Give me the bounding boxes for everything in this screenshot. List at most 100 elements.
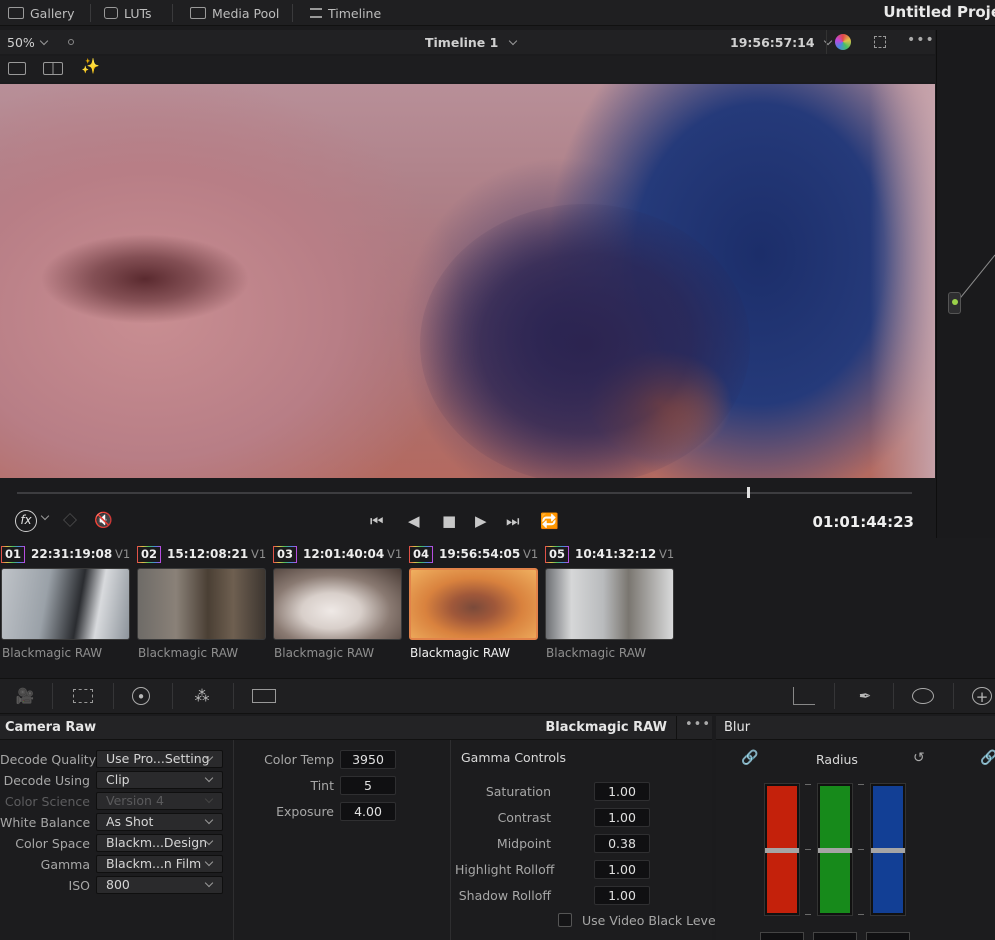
clip-header: 05 10:41:32:12 V1 [545,545,681,563]
magic-wand-icon[interactable]: ✨ [81,57,100,75]
more-options-icon[interactable]: ••• [907,32,935,48]
select-value: Version 4 [106,793,164,808]
tab-luts[interactable]: LUTs [104,0,152,26]
record-dot-icon[interactable] [68,39,74,45]
skip-to-start-icon[interactable]: ⏮ [370,512,384,530]
split-screen-icon[interactable] [43,62,63,75]
viewer-image[interactable] [0,84,935,478]
rgb-mixer-icon[interactable] [252,689,276,703]
luts-icon [104,7,118,19]
mute-icon[interactable]: 🔇 [94,511,113,529]
link-icon[interactable]: 🔗 [980,750,995,766]
clip-thumbnail[interactable] [273,568,402,640]
shadow-rolloff-field[interactable]: 1.00 [594,886,650,905]
contrast-field[interactable]: 1.00 [594,808,650,827]
chevron-down-icon [204,773,214,783]
slider-knob[interactable] [871,848,905,853]
tint-field[interactable]: 5 [340,776,396,795]
clip-05[interactable]: 05 10:41:32:12 V1 Blackmagic RAW [545,542,675,672]
color-space-select[interactable]: Blackm...Design [96,834,223,852]
color-wheel-icon[interactable] [835,34,851,50]
saturation-field[interactable]: 1.00 [594,782,650,801]
clip-03[interactable]: 03 12:01:40:04 V1 Blackmagic RAW [273,542,403,672]
qualifier-picker-icon[interactable]: ✒ [855,687,875,705]
exposure-field[interactable]: 4.00 [340,802,396,821]
scrubber-playhead[interactable] [747,487,750,498]
node-output[interactable] [948,292,961,314]
scrubber-track[interactable] [17,492,912,494]
decode-quality-select[interactable]: Use Pro...Setting [96,750,223,768]
clip-thumbnail[interactable] [137,568,266,640]
single-viewer-icon[interactable] [8,62,26,75]
radius-label: Radius [816,752,858,767]
divider [233,683,234,709]
saturation-label: Saturation [485,784,551,799]
clip-01[interactable]: 01 22:31:19:08 V1 Blackmagic RAW [1,542,131,672]
chevron-down-icon [39,36,49,46]
white-balance-label: White Balance [0,815,91,830]
chevron-down-icon [204,857,214,867]
link-icon[interactable]: 🔗 [741,750,758,766]
tab-timeline[interactable]: Timeline [310,0,381,26]
radius-red-slider[interactable] [764,783,800,916]
chevron-down-icon[interactable] [40,511,50,521]
loop-icon[interactable]: 🔁 [540,512,559,530]
decode-using-label: Decode Using [3,773,90,788]
chevron-down-icon [204,878,214,888]
color-science-label: Color Science [4,794,90,809]
skip-to-end-icon[interactable]: ⏭ [506,512,520,530]
select-value: 800 [106,877,130,892]
tracker-icon[interactable]: + [972,687,992,706]
video-black-checkbox[interactable] [558,913,572,927]
radius-green-field[interactable] [813,932,857,940]
curves-icon[interactable] [793,687,815,705]
midpoint-field[interactable]: 0.38 [594,834,650,853]
tab-gallery[interactable]: Gallery [8,0,75,26]
play-icon[interactable]: ▶ [475,512,487,530]
divider [893,683,894,709]
zoom-dropdown[interactable]: 50% [7,35,49,50]
clip-thumbnail[interactable] [545,568,674,640]
clip-number: 04 [409,545,434,563]
radius-red-field[interactable] [760,932,804,940]
decode-using-select[interactable]: Clip [96,771,223,789]
color-science-select: Version 4 [96,792,223,810]
more-options-icon[interactable]: ••• [685,717,711,732]
clip-04[interactable]: 04 19:56:54:05 V1 Blackmagic RAW [409,542,539,672]
clip-02[interactable]: 02 15:12:08:21 V1 Blackmagic RAW [137,542,267,672]
blur-header: Blur [716,716,995,740]
stop-icon[interactable]: ■ [442,512,456,530]
clip-thumbnail[interactable] [1,568,130,640]
hdr-wheels-icon[interactable]: ⁂ [192,687,212,705]
iso-select[interactable]: 800 [96,876,223,894]
select-value: Blackm...n Film [106,856,202,871]
timecode-dropdown[interactable]: 19:56:57:14 [730,35,832,50]
slider-knob[interactable] [765,848,799,853]
clip-track: V1 [115,547,131,561]
clip-strip: 01 22:31:19:08 V1 Blackmagic RAW 02 15:1… [0,542,995,676]
play-reverse-icon[interactable]: ◀ [408,512,420,530]
viewer-tools: ✨ [0,56,935,82]
primaries-wheels-icon[interactable]: • [132,687,150,706]
tab-label: Media Pool [212,5,280,21]
panel-title: Camera Raw [5,720,97,735]
radius-blue-field[interactable] [866,932,910,940]
tab-media-pool[interactable]: Media Pool [190,0,279,26]
reset-icon[interactable]: ↺ [913,750,925,766]
fx-icon[interactable]: fx [15,510,37,532]
gamma-select[interactable]: Blackm...n Film [96,855,223,873]
timeline-dropdown[interactable]: Timeline 1 [425,35,518,50]
color-match-icon[interactable] [73,689,93,703]
layers-icon[interactable] [63,513,77,527]
midpoint-label: Midpoint [496,836,551,851]
fullscreen-icon[interactable] [874,36,886,48]
camera-raw-icon[interactable]: 🎥 [12,687,38,705]
window-icon[interactable] [912,688,934,704]
color-temp-field[interactable]: 3950 [340,750,396,769]
slider-knob[interactable] [818,848,852,853]
radius-blue-slider[interactable] [870,783,906,916]
radius-green-slider[interactable] [817,783,853,916]
highlight-rolloff-field[interactable]: 1.00 [594,860,650,879]
white-balance-select[interactable]: As Shot [96,813,223,831]
clip-thumbnail[interactable] [409,568,538,640]
